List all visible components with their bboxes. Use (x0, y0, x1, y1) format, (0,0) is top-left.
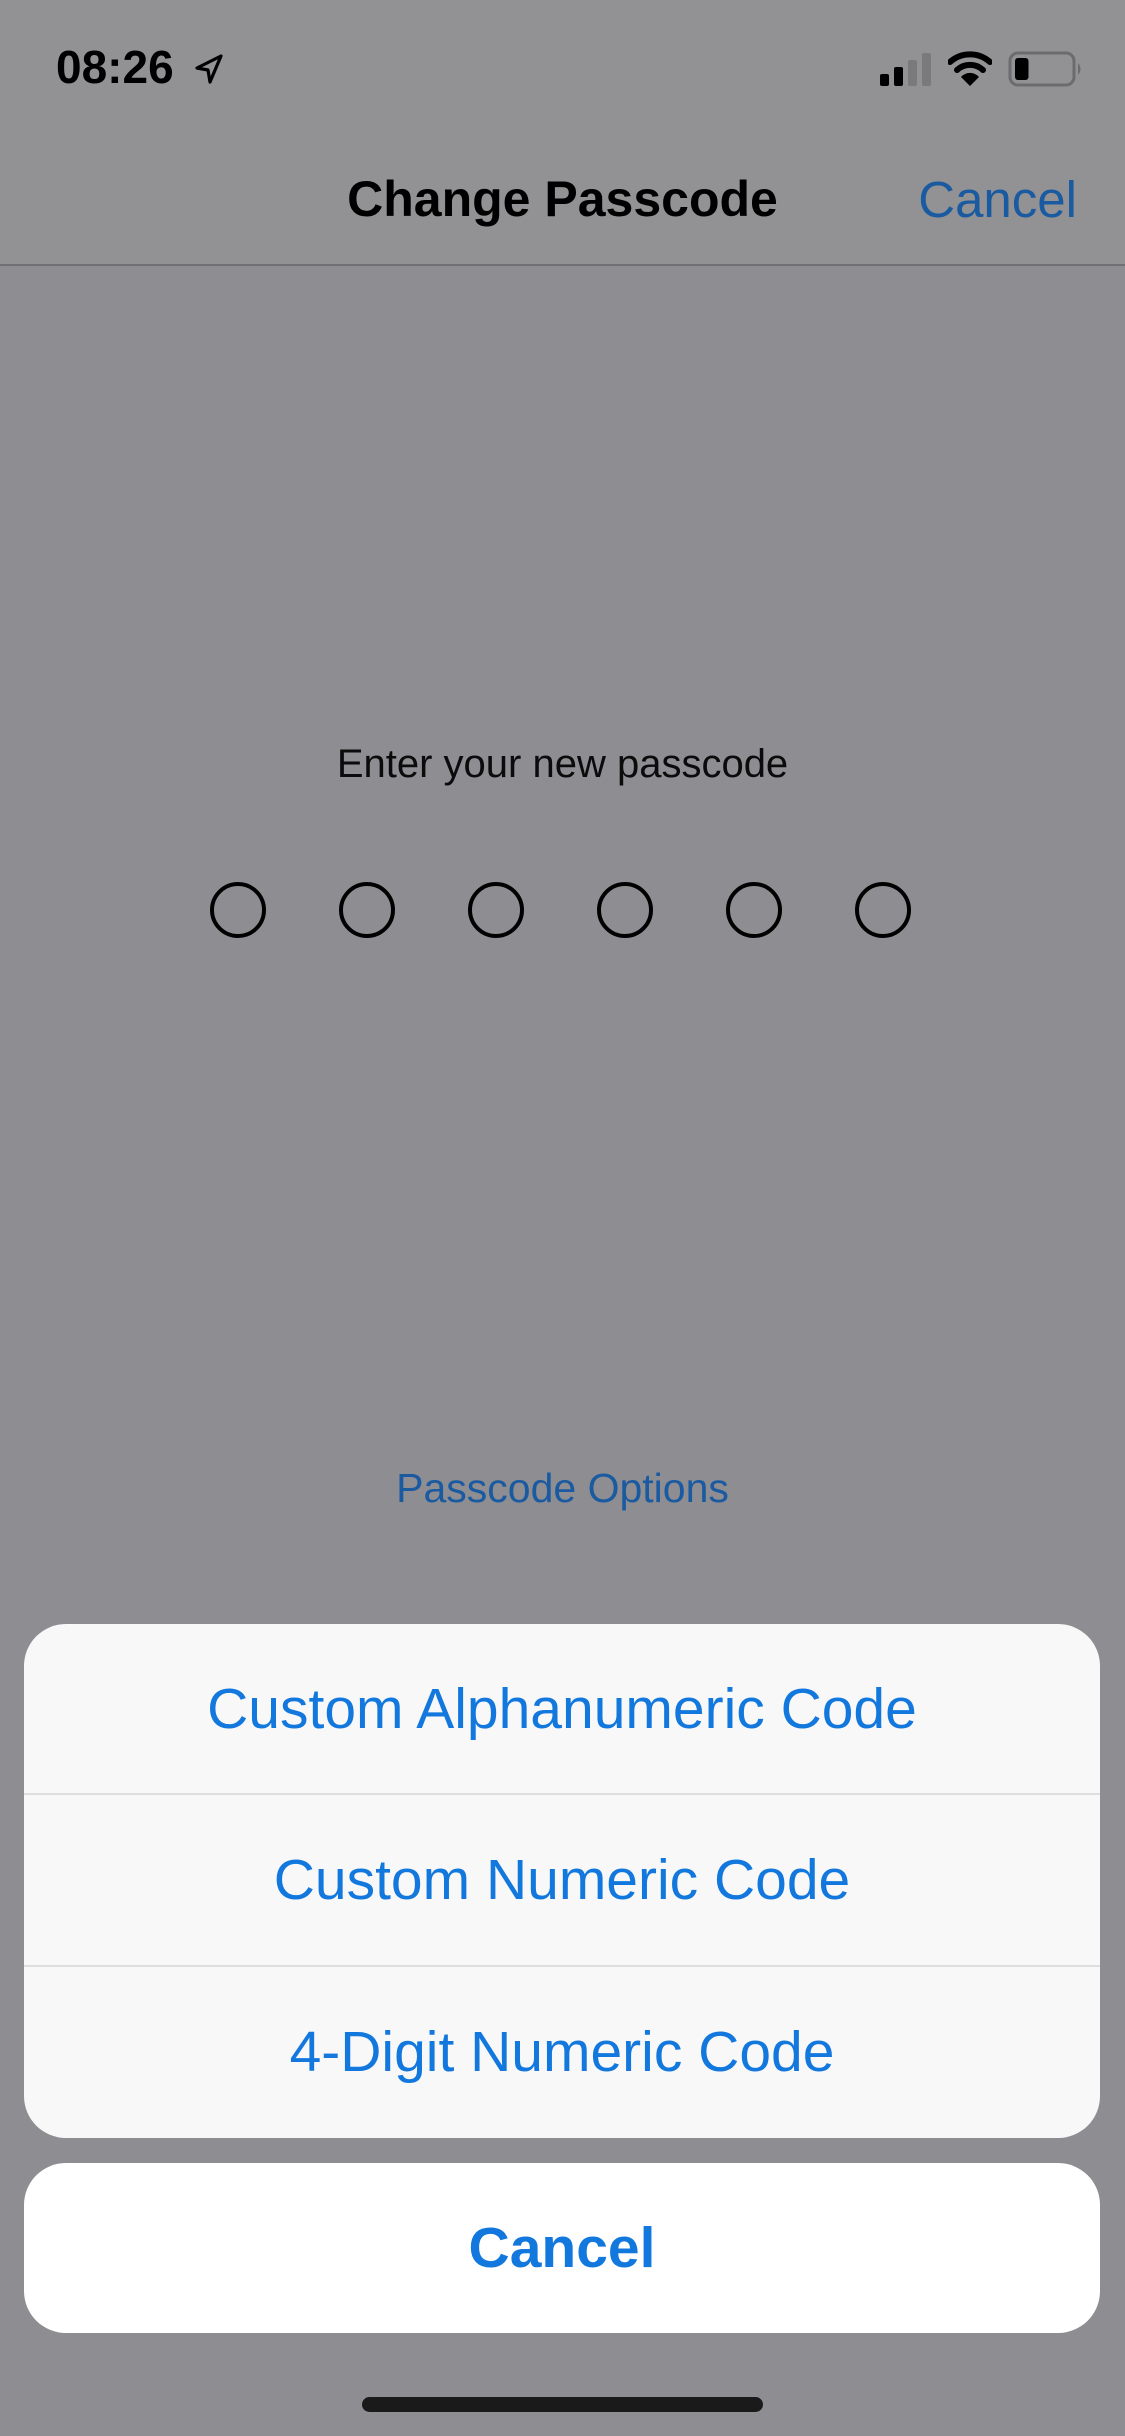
option-custom-alphanumeric-code[interactable]: Custom Alphanumeric Code (24, 1624, 1100, 1796)
navigation-bar: Change Passcode Cancel (0, 132, 1125, 266)
signal-bar-3 (908, 60, 917, 86)
status-bar: 08:26 (0, 0, 1125, 132)
passcode-dot (468, 882, 524, 938)
passcode-dot (597, 882, 653, 938)
wifi-icon (948, 51, 992, 86)
passcode-options-link[interactable]: Passcode Options (0, 1465, 1125, 1512)
location-arrow-icon (195, 54, 223, 84)
passcode-dot (855, 882, 911, 938)
passcode-dot (339, 882, 395, 938)
option-4-digit-numeric-code[interactable]: 4-Digit Numeric Code (24, 1967, 1100, 2138)
cellular-signal-icon (880, 53, 931, 86)
nav-cancel-button[interactable]: Cancel (918, 170, 1077, 229)
signal-bar-2 (894, 67, 903, 86)
battery-icon (1008, 51, 1081, 87)
action-sheet-cancel-button[interactable]: Cancel (24, 2163, 1100, 2333)
action-sheet: Custom Alphanumeric Code Custom Numeric … (24, 1624, 1100, 2138)
home-indicator[interactable] (362, 2397, 763, 2412)
passcode-prompt: Enter your new passcode (336, 742, 789, 786)
status-time: 08:26 (56, 41, 174, 93)
passcode-dot (210, 882, 266, 938)
signal-bar-4 (922, 53, 931, 86)
passcode-dot (726, 882, 782, 938)
option-custom-numeric-code[interactable]: Custom Numeric Code (24, 1795, 1100, 1967)
passcode-dots[interactable] (0, 882, 1125, 942)
signal-bar-1 (880, 74, 889, 86)
battery-fill (1015, 58, 1029, 80)
